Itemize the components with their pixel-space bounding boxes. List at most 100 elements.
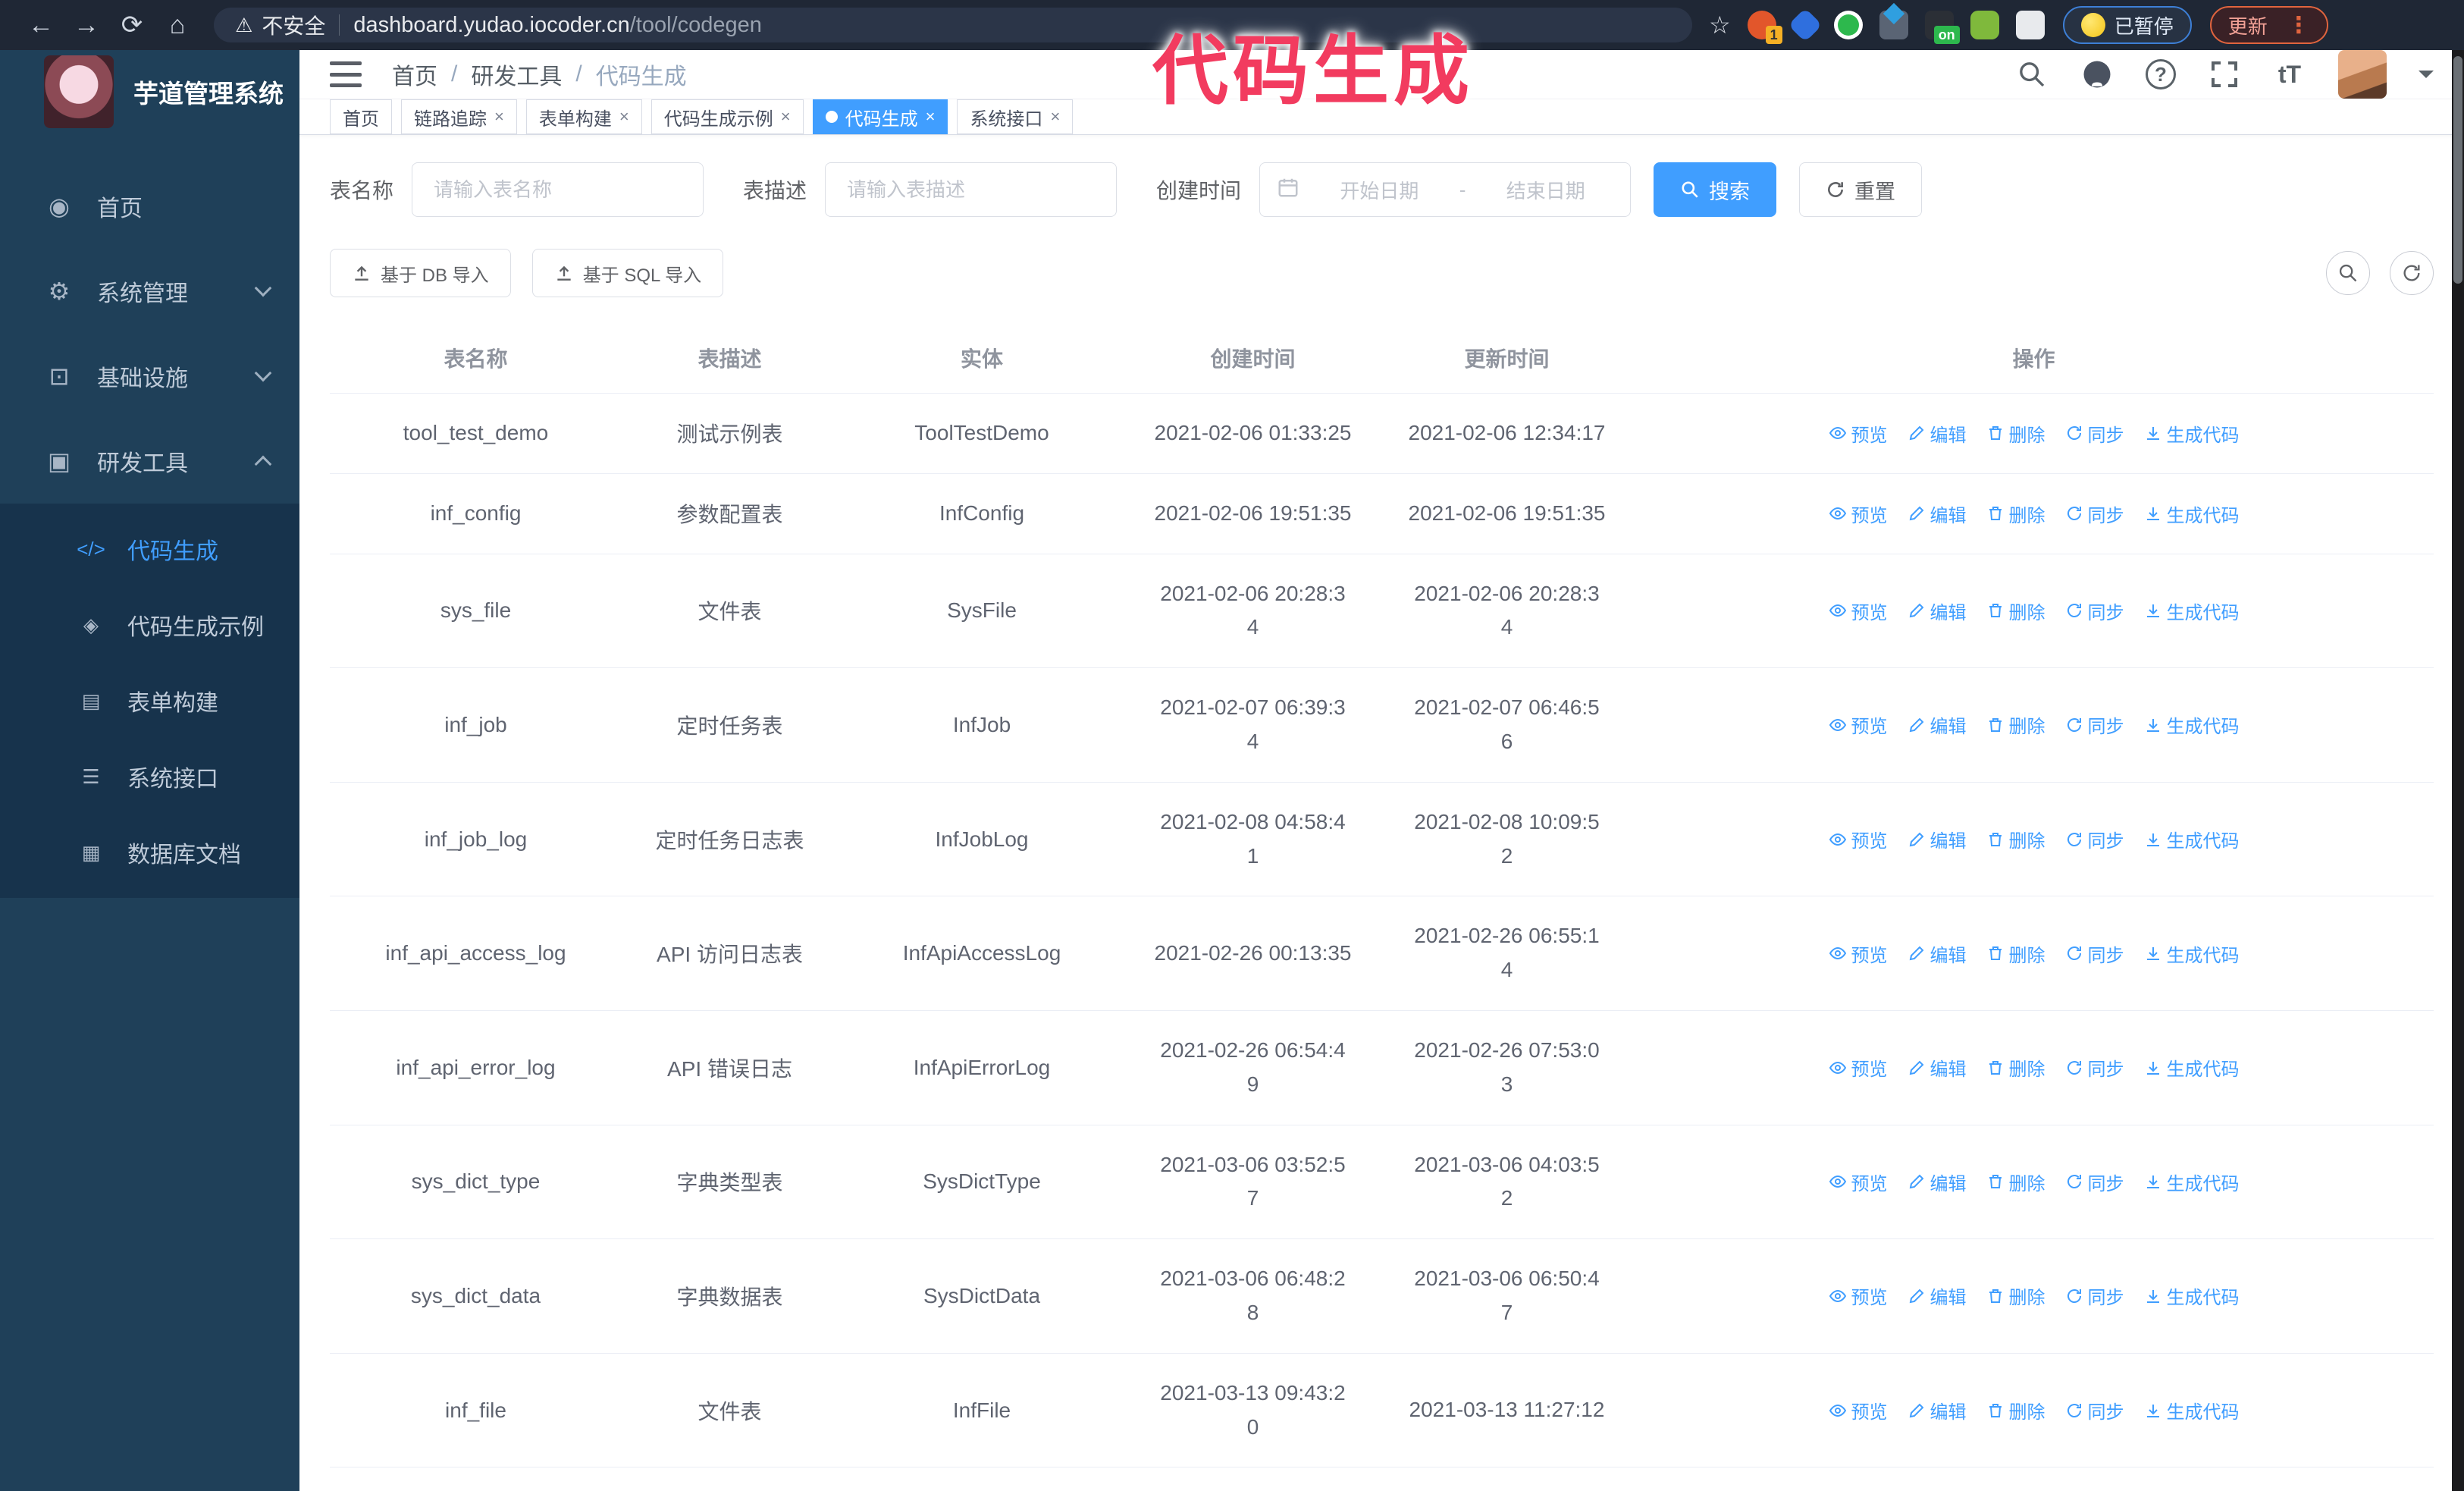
preview-link[interactable]: 预览 xyxy=(1829,501,1888,527)
extension-icon-dark[interactable]: on xyxy=(1924,11,1960,44)
browser-back-button[interactable]: ← xyxy=(18,7,64,43)
submenu-item-form-builder[interactable]: ▤ 表单构建 xyxy=(0,663,299,739)
search-button[interactable]: 搜索 xyxy=(1654,162,1777,217)
edit-link[interactable]: 编辑 xyxy=(1908,420,1967,447)
table-name-input[interactable] xyxy=(412,162,704,217)
submenu-item-database-doc[interactable]: ▦ 数据库文档 xyxy=(0,815,299,890)
bookmark-star-icon[interactable]: ☆ xyxy=(1709,11,1731,39)
edit-link[interactable]: 编辑 xyxy=(1908,940,1967,967)
start-date-placeholder[interactable]: 开始日期 xyxy=(1312,176,1447,204)
delete-link[interactable]: 删除 xyxy=(1986,826,2045,852)
delete-link[interactable]: 删除 xyxy=(1986,501,2045,527)
tab-trace[interactable]: 链路追踪 × xyxy=(401,99,517,134)
avatar[interactable] xyxy=(2338,50,2387,99)
edit-link[interactable]: 编辑 xyxy=(1908,501,1967,527)
sidebar-item-system-management[interactable]: ⚙ 系统管理 xyxy=(0,249,299,334)
delete-link[interactable]: 删除 xyxy=(1986,711,2045,738)
toggle-search-button[interactable] xyxy=(2326,251,2370,295)
help-icon[interactable]: ? xyxy=(2146,59,2176,89)
extension-icon-grid[interactable] xyxy=(1879,2,1908,39)
logo-row[interactable]: 芋道管理系统 xyxy=(0,50,299,133)
submenu-item-system-api[interactable]: ☰ 系统接口 xyxy=(0,739,299,815)
preview-link[interactable]: 预览 xyxy=(1829,1169,1888,1195)
preview-link[interactable]: 预览 xyxy=(1829,1054,1888,1081)
breadcrumb-home[interactable]: 首页 xyxy=(392,58,437,91)
generate-code-link[interactable]: 生成代码 xyxy=(2144,1282,2240,1309)
tab-codegen-example[interactable]: 代码生成示例 × xyxy=(650,99,804,134)
delete-link[interactable]: 删除 xyxy=(1986,598,2045,624)
preview-link[interactable]: 预览 xyxy=(1829,1397,1888,1424)
delete-link[interactable]: 删除 xyxy=(1986,1397,2045,1424)
tab-home[interactable]: 首页 xyxy=(330,99,392,134)
preview-link[interactable]: 预览 xyxy=(1829,1282,1888,1309)
extension-icon-check[interactable] xyxy=(1833,11,1863,39)
generate-code-link[interactable]: 生成代码 xyxy=(2144,501,2240,527)
sync-link[interactable]: 同步 xyxy=(2065,501,2124,527)
reset-button[interactable]: 重置 xyxy=(1799,162,1923,217)
date-range-picker[interactable]: 开始日期 - 结束日期 xyxy=(1259,162,1632,217)
sync-link[interactable]: 同步 xyxy=(2065,1282,2124,1309)
sidebar-fold-icon[interactable] xyxy=(330,61,362,87)
generate-code-link[interactable]: 生成代码 xyxy=(2144,1397,2240,1424)
sync-link[interactable]: 同步 xyxy=(2065,420,2124,447)
close-icon[interactable]: × xyxy=(619,107,629,127)
end-date-placeholder[interactable]: 结束日期 xyxy=(1478,176,1613,204)
edit-link[interactable]: 编辑 xyxy=(1908,1282,1967,1309)
generate-code-link[interactable]: 生成代码 xyxy=(2144,826,2240,852)
browser-forward-button[interactable]: → xyxy=(64,7,109,43)
generate-code-link[interactable]: 生成代码 xyxy=(2144,711,2240,738)
generate-code-link[interactable]: 生成代码 xyxy=(2144,598,2240,624)
import-db-button[interactable]: 基于 DB 导入 xyxy=(330,249,511,297)
tab-form-builder[interactable]: 表单构建 × xyxy=(525,99,642,134)
sync-link[interactable]: 同步 xyxy=(2065,1054,2124,1081)
delete-link[interactable]: 删除 xyxy=(1986,1054,2045,1081)
browser-menu-kebab-icon[interactable]: ⋮ xyxy=(2287,12,2310,39)
preview-link[interactable]: 预览 xyxy=(1829,598,1888,624)
extension-paused-pill[interactable]: 已暂停 xyxy=(2062,6,2192,44)
refresh-list-button[interactable] xyxy=(2390,251,2434,295)
close-icon[interactable]: × xyxy=(1050,107,1060,127)
preview-link[interactable]: 预览 xyxy=(1829,420,1888,447)
sidebar-item-infrastructure[interactable]: ⊡ 基础设施 xyxy=(0,334,299,419)
edit-link[interactable]: 编辑 xyxy=(1908,826,1967,852)
fullscreen-icon[interactable] xyxy=(2208,58,2241,91)
sync-link[interactable]: 同步 xyxy=(2065,826,2124,852)
preview-link[interactable]: 预览 xyxy=(1829,711,1888,738)
extensions-puzzle-icon[interactable] xyxy=(2015,11,2045,39)
extension-icon-orange[interactable]: 1 xyxy=(1747,11,1782,44)
search-icon[interactable] xyxy=(2015,58,2049,91)
generate-code-link[interactable]: 生成代码 xyxy=(2144,1054,2240,1081)
browser-home-button[interactable]: ⌂ xyxy=(155,7,200,43)
submenu-item-code-generation[interactable]: </> 代码生成 xyxy=(0,511,299,587)
delete-link[interactable]: 删除 xyxy=(1986,420,2045,447)
edit-link[interactable]: 编辑 xyxy=(1908,1397,1967,1424)
preview-link[interactable]: 预览 xyxy=(1829,826,1888,852)
delete-link[interactable]: 删除 xyxy=(1986,940,2045,967)
edit-link[interactable]: 编辑 xyxy=(1908,598,1967,624)
edit-link[interactable]: 编辑 xyxy=(1908,711,1967,738)
github-icon[interactable] xyxy=(2080,58,2114,91)
delete-link[interactable]: 删除 xyxy=(1986,1169,2045,1195)
sync-link[interactable]: 同步 xyxy=(2065,711,2124,738)
sync-link[interactable]: 同步 xyxy=(2065,940,2124,967)
close-icon[interactable]: × xyxy=(781,107,791,127)
generate-code-link[interactable]: 生成代码 xyxy=(2144,1169,2240,1195)
sidebar-item-home[interactable]: ◉ 首页 xyxy=(0,164,299,249)
page-scrollbar[interactable] xyxy=(2452,50,2464,1491)
breadcrumb-dev-tools[interactable]: 研发工具 xyxy=(471,58,562,91)
generate-code-link[interactable]: 生成代码 xyxy=(2144,420,2240,447)
submenu-item-codegen-example[interactable]: ◈ 代码生成示例 xyxy=(0,587,299,663)
extension-icon-green[interactable] xyxy=(1970,11,1999,39)
import-sql-button[interactable]: 基于 SQL 导入 xyxy=(531,249,724,297)
sync-link[interactable]: 同步 xyxy=(2065,1169,2124,1195)
close-icon[interactable]: × xyxy=(494,107,504,127)
tab-system-api[interactable]: 系统接口 × xyxy=(957,99,1074,134)
avatar-caret-icon[interactable] xyxy=(2419,71,2434,86)
browser-reload-button[interactable]: ⟳ xyxy=(109,7,155,43)
tab-code-generation[interactable]: 代码生成 × xyxy=(812,99,948,134)
edit-link[interactable]: 编辑 xyxy=(1908,1169,1967,1195)
delete-link[interactable]: 删除 xyxy=(1986,1282,2045,1309)
security-label[interactable]: 不安全 xyxy=(262,10,325,40)
edit-link[interactable]: 编辑 xyxy=(1908,1054,1967,1081)
extension-icon-diamond[interactable] xyxy=(1788,8,1823,42)
